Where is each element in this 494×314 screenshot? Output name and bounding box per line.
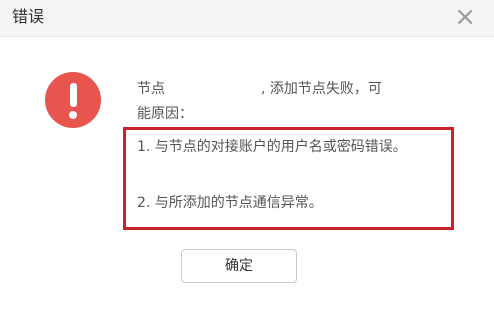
dialog-titlebar: 错误 × (0, 0, 494, 37)
error-message-line1: 节点 , 添加节点失败，可 (137, 78, 447, 100)
error-dialog: 错误 × 节点 , 添加节点失败，可 能原因： 1. 与节点的对接账户的用户名或密… (0, 0, 494, 314)
error-message-line2: 能原因： (137, 106, 193, 122)
error-icon (45, 72, 101, 128)
message-prefix: 节点 (137, 81, 165, 97)
message-suffix: , 添加节点失败，可 (261, 81, 382, 97)
dialog-title: 错误 (12, 7, 45, 26)
close-icon[interactable]: × (454, 3, 476, 31)
reason-item-1: 1. 与节点的对接账户的用户名或密码错误。 (137, 139, 407, 155)
redacted-node-name (165, 82, 261, 96)
reason-item-2: 2. 与所添加的节点通信异常。 (137, 195, 323, 211)
ok-button[interactable]: 确定 (181, 249, 297, 283)
